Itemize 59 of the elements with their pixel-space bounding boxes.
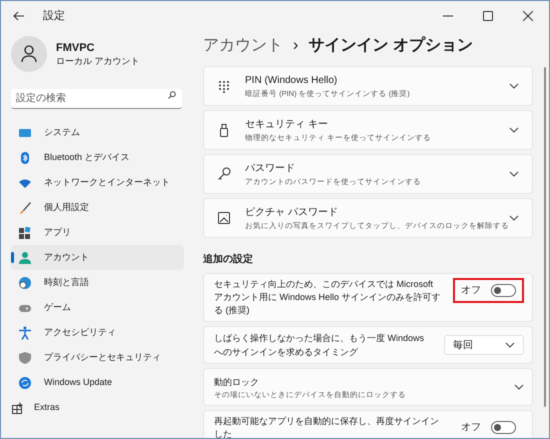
keypad-icon [217,79,231,93]
option-title: ピクチャ パスワード [245,206,338,220]
breadcrumb-separator: › [293,36,298,56]
back-icon[interactable] [13,11,27,21]
option-title: セキュリティ キー [245,118,328,132]
sidebar-item[interactable]: アプリ [11,220,184,245]
chevron-icon [509,127,519,133]
sidebar-item[interactable]: Extras [11,395,184,420]
toggle-state-label: オフ [461,421,481,435]
chevron-icon [509,215,519,221]
sidebar-item[interactable]: Bluetooth とデバイス [11,145,184,170]
person-icon [18,250,32,264]
setting-label: しばらく操作しなかった場合に、もう一度 Windows へのサインインを求めるタイミング [214,332,426,359]
grid-plus-icon [11,400,25,414]
close-icon[interactable] [523,11,533,21]
sidebar-item[interactable]: アカウント [11,245,184,270]
apps-icon [18,226,32,240]
maximize-icon[interactable] [483,11,493,21]
setting-label: 動的ロック [214,376,260,388]
sidebar-item[interactable]: ネットワークとインターネット [11,170,184,195]
toggle-switch[interactable] [491,284,516,297]
search-field[interactable]: 設定の検索 [11,89,182,109]
dropdown[interactable]: 毎回 [444,335,524,355]
globe-clock-icon [18,276,32,290]
section-heading: 追加の設定 [203,252,253,267]
chevron-icon [505,342,515,348]
sidebar-item[interactable]: アクセシビリティ [11,320,184,345]
sidebar-item[interactable]: 個人用設定 [11,195,184,220]
toggle-switch[interactable] [491,421,516,434]
setting-label: セキュリティ向上のため、このデバイスでは Microsoft アカウント用に Windows Hello サインインのみを許可する (推奨) [214,278,442,317]
selection-indicator [11,252,14,263]
sidebar-item[interactable]: Windows Update [11,370,184,395]
option-title: パスワード [245,162,295,176]
bluetooth-icon [18,150,32,164]
sidebar-item[interactable]: ゲーム [11,295,184,320]
toggle-state-label: オフ [461,284,481,298]
sync-icon [18,376,32,390]
breadcrumb-parent[interactable]: アカウント [203,34,283,58]
brush-icon [18,200,32,214]
account-type: ローカル アカウント [56,55,140,67]
chevron-icon [509,83,519,89]
shield-icon [18,350,32,364]
sidebar-item[interactable]: システム [11,120,184,145]
page-title: サインイン オプション [308,35,473,56]
scrollbar[interactable] [544,67,546,407]
setting-label: 再起動可能なアプリを自動的に保存し、再度サインインした [214,415,440,438]
chevron-icon [514,384,524,390]
search-icon [168,91,176,99]
picture-icon [217,211,231,225]
profile-name: FMVPC [56,41,96,55]
accessibility-icon [18,326,32,340]
sidebar-item[interactable]: 時刻と言語 [11,270,184,295]
avatar-icon [11,36,47,72]
window-title: 設定 [43,8,65,24]
sidebar-item[interactable]: プライバシーとセキュリティ [11,345,184,370]
chevron-icon [509,171,519,177]
key-icon [217,167,231,181]
option-title: PIN (Windows Hello) [245,74,338,88]
usb-key-icon [217,123,231,137]
